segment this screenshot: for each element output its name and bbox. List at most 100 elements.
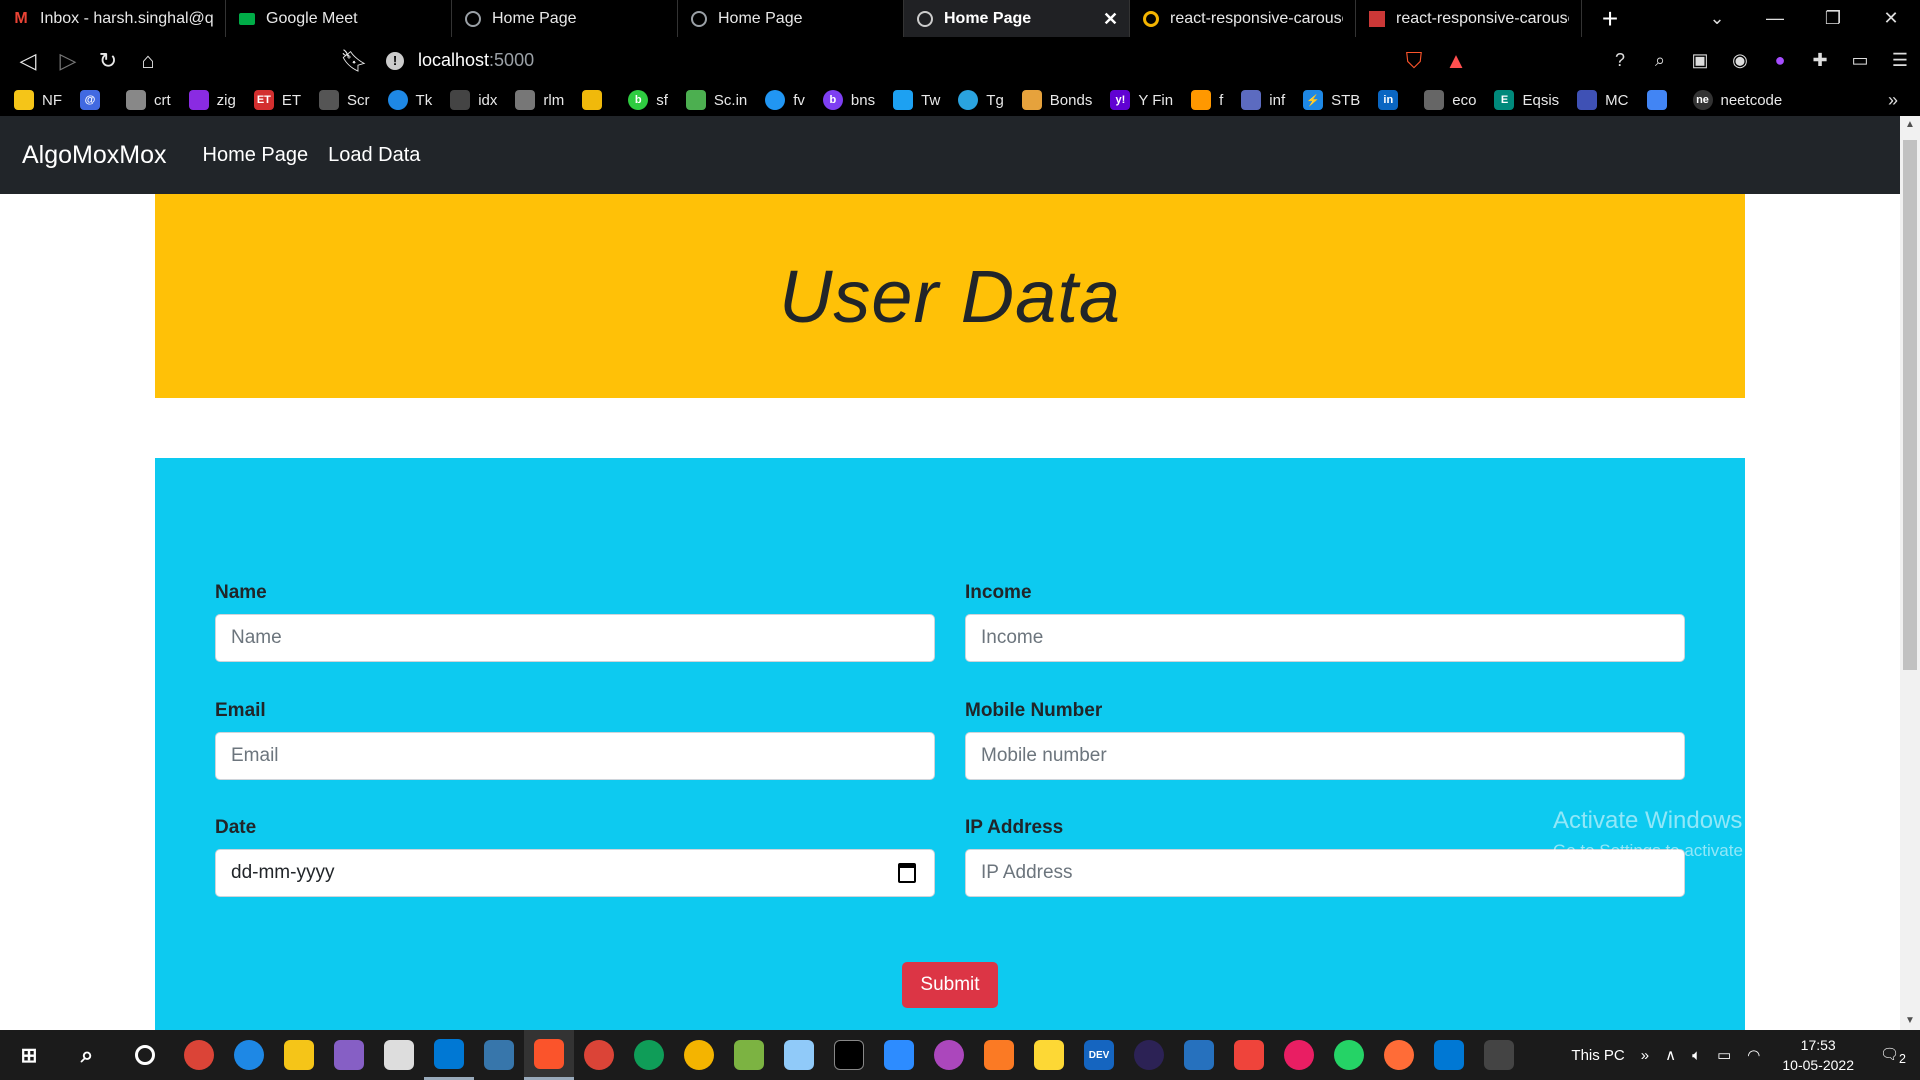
close-icon[interactable]: ✕ [1103, 10, 1118, 28]
address-bar[interactable]: ! localhost:5000 [386, 37, 534, 84]
scroll-up-icon[interactable]: ▲ [1900, 116, 1920, 134]
bookmark-item[interactable]: NF [14, 90, 62, 110]
bookmark-item[interactable]: eco [1424, 90, 1476, 110]
minimize-button[interactable]: — [1746, 0, 1804, 37]
bookmark-item[interactable]: Bonds [1021, 90, 1092, 110]
tab-search-icon[interactable]: ⌄ [1688, 0, 1746, 37]
calculator-icon[interactable] [1474, 1030, 1524, 1080]
file-explorer-icon[interactable] [274, 1030, 324, 1080]
bookmark-item[interactable]: idx [450, 90, 497, 110]
bookmark-item[interactable]: rlm [515, 90, 564, 110]
bookmark-item[interactable]: Tg [958, 90, 1004, 110]
scrollbar[interactable]: ▲ ▼ [1900, 116, 1920, 1030]
tab-carousel-2[interactable]: react-responsive-carousel - [1356, 0, 1582, 37]
extension-icon[interactable]: ● [1760, 41, 1800, 81]
income-input[interactable]: Income [965, 614, 1685, 662]
brave-icon[interactable] [524, 1030, 574, 1080]
bookmark-item[interactable]: ne neetcode [1692, 90, 1782, 110]
bookmark-item[interactable]: Sc.in [685, 90, 747, 110]
visual-studio-icon[interactable] [324, 1030, 374, 1080]
menu-icon[interactable]: ☰ [1880, 41, 1920, 81]
bookmark-item[interactable] [582, 90, 610, 110]
chevron-up-icon[interactable]: ∧ [1665, 1046, 1676, 1064]
name-input[interactable]: Name [215, 614, 935, 662]
chrome-profile-icon[interactable] [674, 1030, 724, 1080]
bookmark-item[interactable]: E Eqsis [1494, 90, 1559, 110]
vscode-icon[interactable] [424, 1030, 474, 1080]
extension-icon[interactable]: ◉ [1720, 41, 1760, 81]
volume-icon[interactable]: 🔈︎ [1692, 1047, 1701, 1064]
notification-icon[interactable]: 🗨︎2 [1880, 1045, 1906, 1066]
bookmark-item[interactable] [1646, 90, 1675, 110]
photos-icon[interactable] [374, 1030, 424, 1080]
this-pc-label[interactable]: This PC [1571, 1047, 1624, 1064]
wifi-icon[interactable]: ◠ [1747, 1046, 1760, 1064]
outlook-icon[interactable] [1424, 1030, 1474, 1080]
bookmark-item[interactable]: MC [1577, 90, 1629, 110]
help-icon[interactable]: ? [1600, 41, 1640, 81]
dev-cpp-icon[interactable]: DEV [1074, 1030, 1124, 1080]
scroll-down-icon[interactable]: ▼ [1900, 1012, 1920, 1030]
bookmark-item[interactable]: ⚡ STB [1303, 90, 1360, 110]
chrome-icon[interactable] [174, 1030, 224, 1080]
bookmark-item[interactable]: y! Y Fin [1110, 90, 1173, 110]
start-button[interactable]: ⊞ [0, 1030, 58, 1080]
mobile-input[interactable]: Mobile number [965, 732, 1685, 780]
chevron-right-icon[interactable]: » [1888, 90, 1898, 111]
zoom-icon[interactable]: ⌕ [1640, 41, 1680, 81]
xampp-icon[interactable] [974, 1030, 1024, 1080]
reload-icon[interactable]: ↻ [88, 41, 128, 81]
chevron-icon[interactable]: » [1641, 1047, 1649, 1064]
tab-home-page-2[interactable]: Home Page [678, 0, 904, 37]
nav-link-load-data[interactable]: Load Data [328, 144, 420, 167]
postman-icon[interactable] [1374, 1030, 1424, 1080]
bookmark-item[interactable]: Tk [387, 90, 432, 110]
edge-icon[interactable] [224, 1030, 274, 1080]
bookmark-item[interactable]: fv [765, 90, 805, 110]
python-icon[interactable] [474, 1030, 524, 1080]
clock[interactable]: 17:53 10-05-2022 [1782, 1035, 1854, 1075]
bookmark-item[interactable]: crt [126, 90, 171, 110]
bookmark-icon[interactable]: 🔖︎ [334, 41, 374, 81]
chrome-profile-icon[interactable] [924, 1030, 974, 1080]
extension-icon[interactable]: ▣ [1680, 41, 1720, 81]
home-icon[interactable]: ⌂ [128, 41, 168, 81]
chrome-profile-icon[interactable] [574, 1030, 624, 1080]
terminal-icon[interactable] [824, 1030, 874, 1080]
bookmark-item[interactable]: f [1191, 90, 1223, 110]
bookmark-item[interactable]: ET ET [253, 90, 301, 110]
site-info-icon[interactable]: ! [386, 51, 404, 70]
bookmark-item[interactable]: b bns [822, 90, 875, 110]
bookmark-item[interactable]: b sf [628, 90, 668, 110]
search-icon[interactable]: ⌕ [58, 1030, 116, 1080]
bookmark-item[interactable]: Tw [893, 90, 940, 110]
cortana-icon[interactable] [116, 1030, 174, 1080]
email-input[interactable]: Email [215, 732, 935, 780]
tab-home-page-1[interactable]: Home Page [452, 0, 678, 37]
back-icon[interactable]: ◁ [8, 41, 48, 81]
close-window-button[interactable]: ✕ [1862, 0, 1920, 37]
app-icon[interactable] [1274, 1030, 1324, 1080]
chrome-profile-icon[interactable] [624, 1030, 674, 1080]
tab-google-meet[interactable]: Google Meet [226, 0, 452, 37]
puzzle-icon[interactable]: ✚ [1800, 41, 1840, 81]
app-icon[interactable] [1024, 1030, 1074, 1080]
app-icon[interactable] [774, 1030, 824, 1080]
whatsapp-icon[interactable] [1324, 1030, 1374, 1080]
nav-link-home[interactable]: Home Page [203, 144, 309, 167]
bookmark-item[interactable]: @ [80, 90, 108, 110]
date-input[interactable]: dd-mm-yyyy [215, 849, 935, 897]
forward-icon[interactable]: ▷ [48, 41, 88, 81]
zoom-app-icon[interactable] [874, 1030, 924, 1080]
brave-shield-icon[interactable]: ⛉ [1394, 41, 1434, 81]
scrollbar-thumb[interactable] [1903, 140, 1917, 670]
eclipse-icon[interactable] [1124, 1030, 1174, 1080]
tab-home-page-active[interactable]: Home Page ✕ [904, 0, 1130, 37]
powershell-icon[interactable] [1174, 1030, 1224, 1080]
calendar-icon[interactable] [898, 863, 916, 883]
submit-button[interactable]: Submit [902, 962, 998, 1008]
navbar-brand[interactable]: AlgoMoxMox [22, 141, 167, 170]
brave-rewards-icon[interactable]: ▲ [1436, 41, 1476, 81]
restore-button[interactable]: ❐ [1804, 0, 1862, 37]
bookmark-item[interactable]: inf [1241, 90, 1285, 110]
